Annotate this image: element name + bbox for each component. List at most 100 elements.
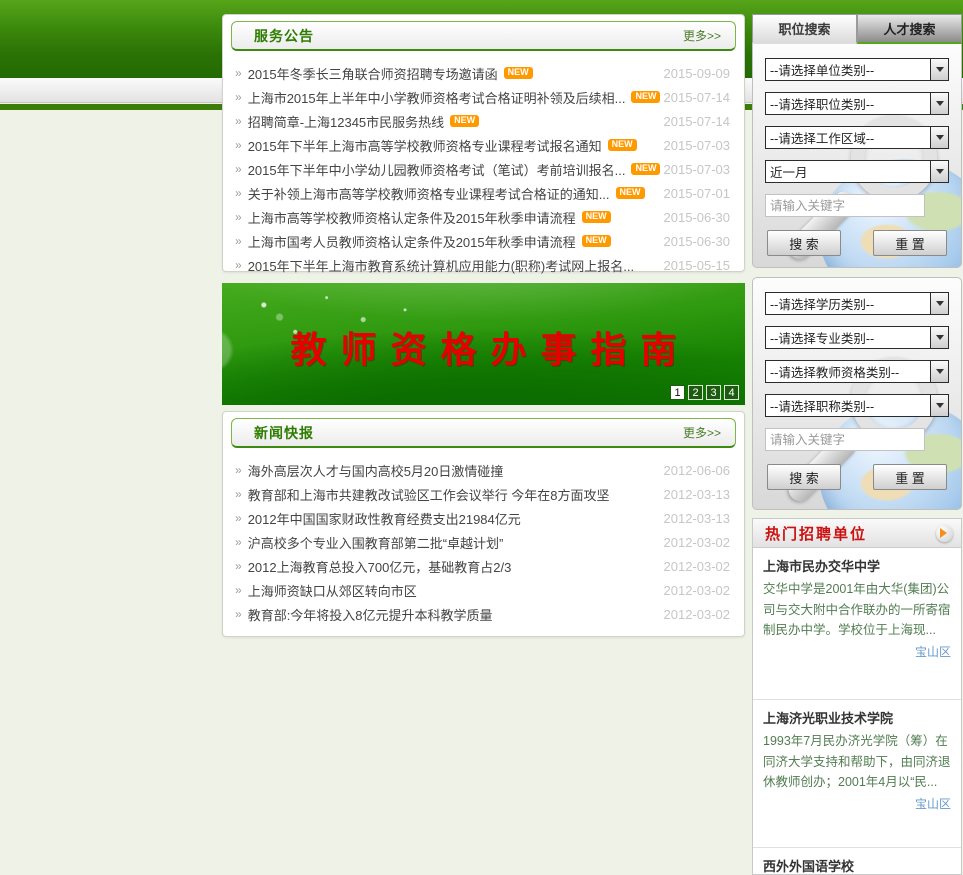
list-item[interactable]: » 上海师资缺口从郊区转向市区 2012-03-02	[235, 578, 734, 602]
news-link[interactable]: 沪高校多个专业入围教育部第二批“卓越计划”	[248, 533, 504, 552]
advanced-search-panel: --请选择学历类别-- --请选择专业类别-- --请选择教师资格类别-- --…	[752, 277, 962, 510]
double-arrow-icon: »	[235, 258, 242, 272]
list-item[interactable]: » 沪高校多个专业入围教育部第二批“卓越计划” 2012-03-02	[235, 530, 734, 554]
announcement-date: 2015-06-30	[663, 233, 731, 249]
announcement-date: 2015-05-15	[663, 257, 731, 273]
news-date: 2012-03-02	[663, 582, 731, 598]
banner-page-4[interactable]: 4	[724, 385, 739, 400]
keyword-input[interactable]	[765, 194, 925, 217]
announcements-header: 服务公告 更多>>	[231, 21, 736, 51]
announcement-link[interactable]: 2015年下半年上海市高等学校教师资格专业课程考试报名通知	[248, 136, 602, 155]
search-button[interactable]: 搜 索	[767, 464, 841, 490]
banner-page-2[interactable]: 2	[688, 385, 703, 400]
news-link[interactable]: 2012上海教育总投入700亿元，基础教育占2/3	[248, 557, 512, 576]
reset-button[interactable]: 重 置	[873, 464, 947, 490]
employer-name-link[interactable]: 西外外国语学校	[763, 856, 951, 875]
news-date: 2012-06-06	[663, 462, 731, 478]
chevron-down-icon	[930, 93, 948, 114]
announcement-date: 2015-07-01	[663, 185, 731, 201]
employer-name-link[interactable]: 上海市民办交华中学	[763, 556, 951, 575]
list-item[interactable]: » 上海市高等学校教师资格认定条件及2015年秋季申请流程 NEW 2015-0…	[235, 205, 734, 229]
employer-description: 交华中学是2001年由大华(集团)公司与交大附中合作联办的一所寄宿制民办中学。学…	[763, 582, 951, 638]
play-circle-icon[interactable]	[936, 524, 953, 542]
tab-job-search[interactable]: 职位搜索	[752, 14, 857, 44]
list-item[interactable]: » 上海市国考人员教师资格认定条件及2015年秋季申请流程 NEW 2015-0…	[235, 229, 734, 253]
more-link[interactable]: 更多>>	[683, 424, 721, 441]
education-type-select[interactable]: --请选择学历类别--	[765, 292, 949, 315]
time-range-select[interactable]: 近一月	[765, 160, 949, 183]
list-item[interactable]: » 2012年中国国家财政性教育经费支出21984亿元 2012-03-13	[235, 506, 734, 530]
news-link[interactable]: 上海师资缺口从郊区转向市区	[248, 581, 417, 600]
list-item[interactable]: » 2015年下半年上海市高等学校教师资格专业课程考试报名通知 NEW 2015…	[235, 133, 734, 157]
announcement-date: 2015-07-03	[663, 137, 731, 153]
news-link[interactable]: 教育部和上海市共建教改试验区工作会议举行 今年在8方面攻坚	[248, 485, 610, 504]
list-item[interactable]: » 2015年冬季长三角联合师资招聘专场邀请函 NEW 2015-09-09	[235, 61, 734, 85]
announcement-link[interactable]: 招聘简章-上海12345市民服务热线	[248, 112, 444, 131]
more-link[interactable]: 更多>>	[683, 27, 721, 44]
list-item[interactable]: » 教育部:今年将投入8亿元提升本科教学质量 2012-03-02	[235, 602, 734, 626]
employer-card: 西外外国语学校	[753, 847, 961, 875]
news-date: 2012-03-13	[663, 486, 731, 502]
button-row: 搜 索 重 置	[765, 230, 949, 256]
employer-card: 上海市民办交华中学 交华中学是2001年由大华(集团)公司与交大附中合作联办的一…	[753, 548, 961, 699]
list-item[interactable]: » 2015年下半年中小学幼儿园教师资格考试（笔试）考前培训报名... NEW …	[235, 157, 734, 181]
announcement-link[interactable]: 2015年下半年上海市教育系统计算机应用能力(职称)考试网上报名...	[248, 256, 634, 275]
new-badge: NEW	[607, 139, 637, 151]
announcement-link[interactable]: 上海市2015年上半年中小学教师资格考试合格证明补领及后续相...	[248, 88, 626, 107]
list-item[interactable]: » 2015年下半年上海市教育系统计算机应用能力(职称)考试网上报名... NE…	[235, 253, 734, 277]
double-arrow-icon: »	[235, 511, 242, 525]
reset-button[interactable]: 重 置	[873, 230, 947, 256]
position-type-select[interactable]: --请选择职位类别--	[765, 92, 949, 115]
double-arrow-icon: »	[235, 234, 242, 248]
news-panel: 新闻快报 更多>> » 海外高层次人才与国内高校5月20日激情碰撞 2012-0…	[222, 411, 745, 637]
work-area-select[interactable]: --请选择工作区域--	[765, 126, 949, 149]
keyword-input[interactable]	[765, 428, 925, 451]
double-arrow-icon: »	[235, 463, 242, 477]
double-arrow-icon: »	[235, 138, 242, 152]
banner-title: 教师资格办事指南	[290, 330, 691, 370]
globe-icon	[819, 401, 961, 509]
announcement-date: 2015-07-03	[663, 161, 731, 177]
announcement-date: 2015-06-30	[663, 209, 731, 225]
announcement-link[interactable]: 上海市国考人员教师资格认定条件及2015年秋季申请流程	[248, 232, 576, 251]
major-type-select[interactable]: --请选择专业类别--	[765, 326, 949, 349]
list-item[interactable]: » 关于补领上海市高等学校教师资格专业课程考试合格证的通知... NEW 201…	[235, 181, 734, 205]
list-item[interactable]: » 2012上海教育总投入700亿元，基础教育占2/3 2012-03-02	[235, 554, 734, 578]
new-badge: NEW	[631, 91, 661, 103]
double-arrow-icon: »	[235, 66, 242, 80]
banner-page-3[interactable]: 3	[706, 385, 721, 400]
news-link[interactable]: 2012年中国国家财政性教育经费支出21984亿元	[248, 509, 521, 528]
announcement-link[interactable]: 2015年冬季长三角联合师资招聘专场邀请函	[248, 64, 498, 83]
news-link[interactable]: 教育部:今年将投入8亿元提升本科教学质量	[248, 605, 493, 624]
unit-type-select[interactable]: --请选择单位类别--	[765, 58, 949, 81]
news-date: 2012-03-02	[663, 606, 731, 622]
chevron-down-icon	[930, 127, 948, 148]
announcement-link[interactable]: 关于补领上海市高等学校教师资格专业课程考试合格证的通知...	[248, 184, 610, 203]
list-item[interactable]: » 海外高层次人才与国内高校5月20日激情碰撞 2012-06-06	[235, 458, 734, 482]
teacher-guide-banner[interactable]: 教师资格办事指南 1 2 3 4	[222, 283, 745, 405]
double-arrow-icon: »	[235, 162, 242, 176]
list-item[interactable]: » 招聘简章-上海12345市民服务热线 NEW 2015-07-14	[235, 109, 734, 133]
double-arrow-icon: »	[235, 607, 242, 621]
district-link[interactable]: 宝山区	[763, 795, 951, 812]
double-arrow-icon: »	[235, 90, 242, 104]
tab-talent-search[interactable]: 人才搜索	[857, 14, 962, 44]
employer-card: 上海济光职业技术学院 1993年7月民办济光学院（筹）在同济大学支持和帮助下，由…	[753, 699, 961, 847]
search-button[interactable]: 搜 索	[767, 230, 841, 256]
announcement-date: 2015-07-14	[663, 89, 731, 105]
new-badge: NEW	[581, 235, 611, 247]
employer-name-link[interactable]: 上海济光职业技术学院	[763, 708, 951, 727]
list-item[interactable]: » 教育部和上海市共建教改试验区工作会议举行 今年在8方面攻坚 2012-03-…	[235, 482, 734, 506]
panel-title: 新闻快报	[254, 424, 314, 441]
double-arrow-icon: »	[235, 487, 242, 501]
announcement-link[interactable]: 上海市高等学校教师资格认定条件及2015年秋季申请流程	[248, 208, 576, 227]
list-item[interactable]: » 上海市2015年上半年中小学教师资格考试合格证明补领及后续相... NEW …	[235, 85, 734, 109]
announcement-link[interactable]: 2015年下半年中小学幼儿园教师资格考试（笔试）考前培训报名...	[248, 160, 626, 179]
district-link[interactable]: 宝山区	[763, 643, 951, 660]
teacher-cert-type-select[interactable]: --请选择教师资格类别--	[765, 360, 949, 383]
announcement-date: 2015-07-14	[663, 113, 731, 129]
news-link[interactable]: 海外高层次人才与国内高校5月20日激情碰撞	[248, 461, 504, 480]
job-title-type-select[interactable]: --请选择职称类别--	[765, 394, 949, 417]
banner-page-1[interactable]: 1	[670, 385, 685, 400]
double-arrow-icon: »	[235, 186, 242, 200]
